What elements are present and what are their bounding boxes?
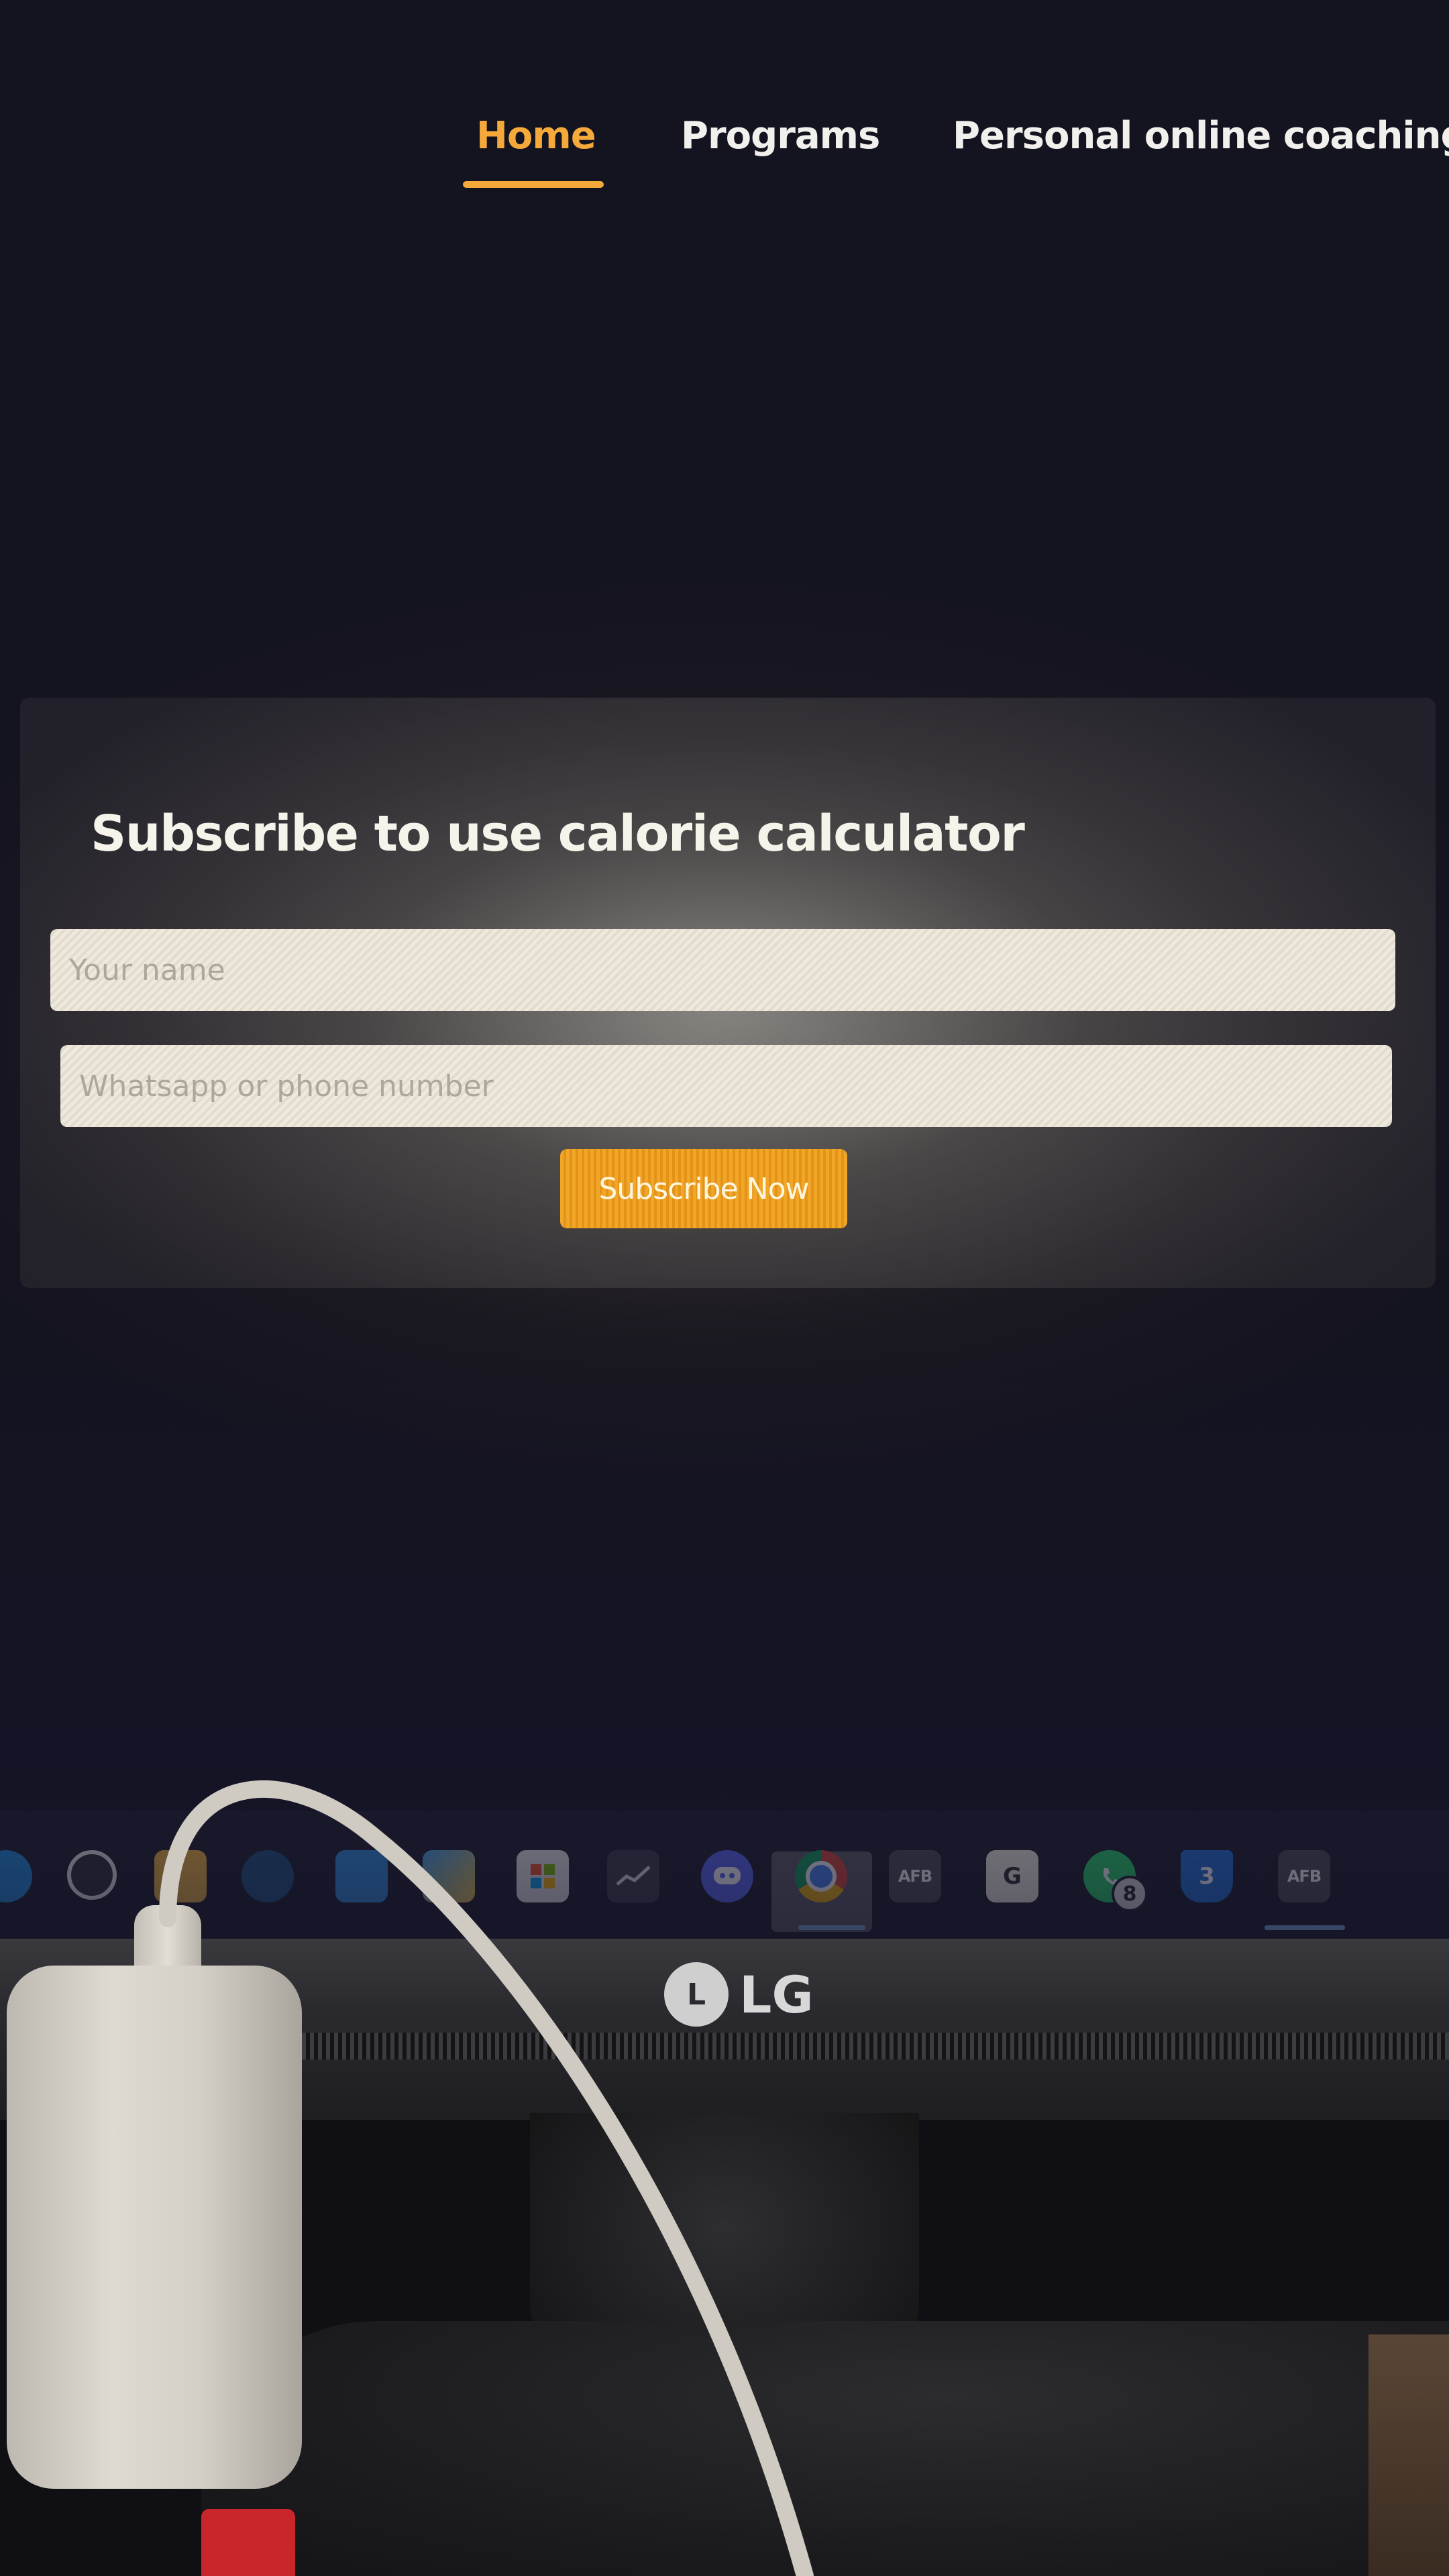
store-grid-icon — [531, 1864, 555, 1888]
subscribe-card: Subscribe to use calorie calculator Subs… — [20, 698, 1436, 1288]
microsoft-store-icon[interactable] — [517, 1850, 569, 1902]
obs-icon[interactable] — [67, 1850, 117, 1900]
photos-icon[interactable] — [423, 1850, 475, 1902]
name-input[interactable] — [50, 929, 1395, 1011]
nav-active-underline — [463, 181, 604, 188]
lg-brand-text: LG — [739, 1964, 814, 2025]
windows-taskbar: AFB G 8 3 AFB — [0, 1811, 1449, 1939]
phone-input[interactable] — [60, 1045, 1392, 1127]
power-strip — [201, 2509, 295, 2576]
app-icon[interactable] — [335, 1850, 388, 1902]
nav-programs[interactable]: Programs — [681, 114, 880, 158]
chrome-center-icon — [806, 1861, 837, 1892]
system-monitor-icon[interactable] — [607, 1850, 659, 1902]
discord-logo-icon — [714, 1867, 741, 1884]
nav-home[interactable]: Home — [476, 114, 596, 158]
steam-icon[interactable] — [241, 1850, 294, 1902]
chrome-icon[interactable] — [795, 1850, 847, 1902]
chrome-active-indicator — [798, 1925, 865, 1930]
lg-logo: L LG — [664, 1962, 814, 2027]
monitor-base — [201, 2321, 1449, 2576]
bezel-vent — [282, 2033, 1449, 2059]
nav-personal-coaching[interactable]: Personal online coaching — [953, 114, 1449, 158]
file-explorer-icon[interactable] — [154, 1850, 207, 1902]
subscribe-title: Subscribe to use calorie calculator — [91, 805, 1025, 863]
photo-scene: Home Programs Personal online coaching S… — [0, 0, 1449, 2576]
google-app-icon[interactable]: G — [986, 1850, 1038, 1902]
three-app-icon[interactable]: 3 — [1181, 1850, 1233, 1902]
chart-line-icon — [616, 1866, 651, 1886]
whatsapp-icon[interactable]: 8 — [1083, 1850, 1148, 1912]
subscribe-now-button[interactable]: Subscribe Now — [560, 1149, 847, 1228]
afb-active-indicator — [1265, 1925, 1345, 1930]
discord-icon[interactable] — [701, 1850, 753, 1902]
whatsapp-unread-badge: 8 — [1112, 1876, 1148, 1912]
lg-circle-icon: L — [664, 1962, 729, 2027]
phone-charger — [7, 1966, 302, 2489]
desk-edge — [1368, 2334, 1449, 2576]
monitor-screen: Home Programs Personal online coaching S… — [0, 0, 1449, 1939]
top-nav: Home Programs Personal online coaching — [456, 94, 1449, 201]
afb-app-icon[interactable]: AFB — [889, 1850, 941, 1902]
edge-icon[interactable] — [0, 1850, 32, 1902]
afb-app-icon-2[interactable]: AFB — [1278, 1850, 1330, 1902]
